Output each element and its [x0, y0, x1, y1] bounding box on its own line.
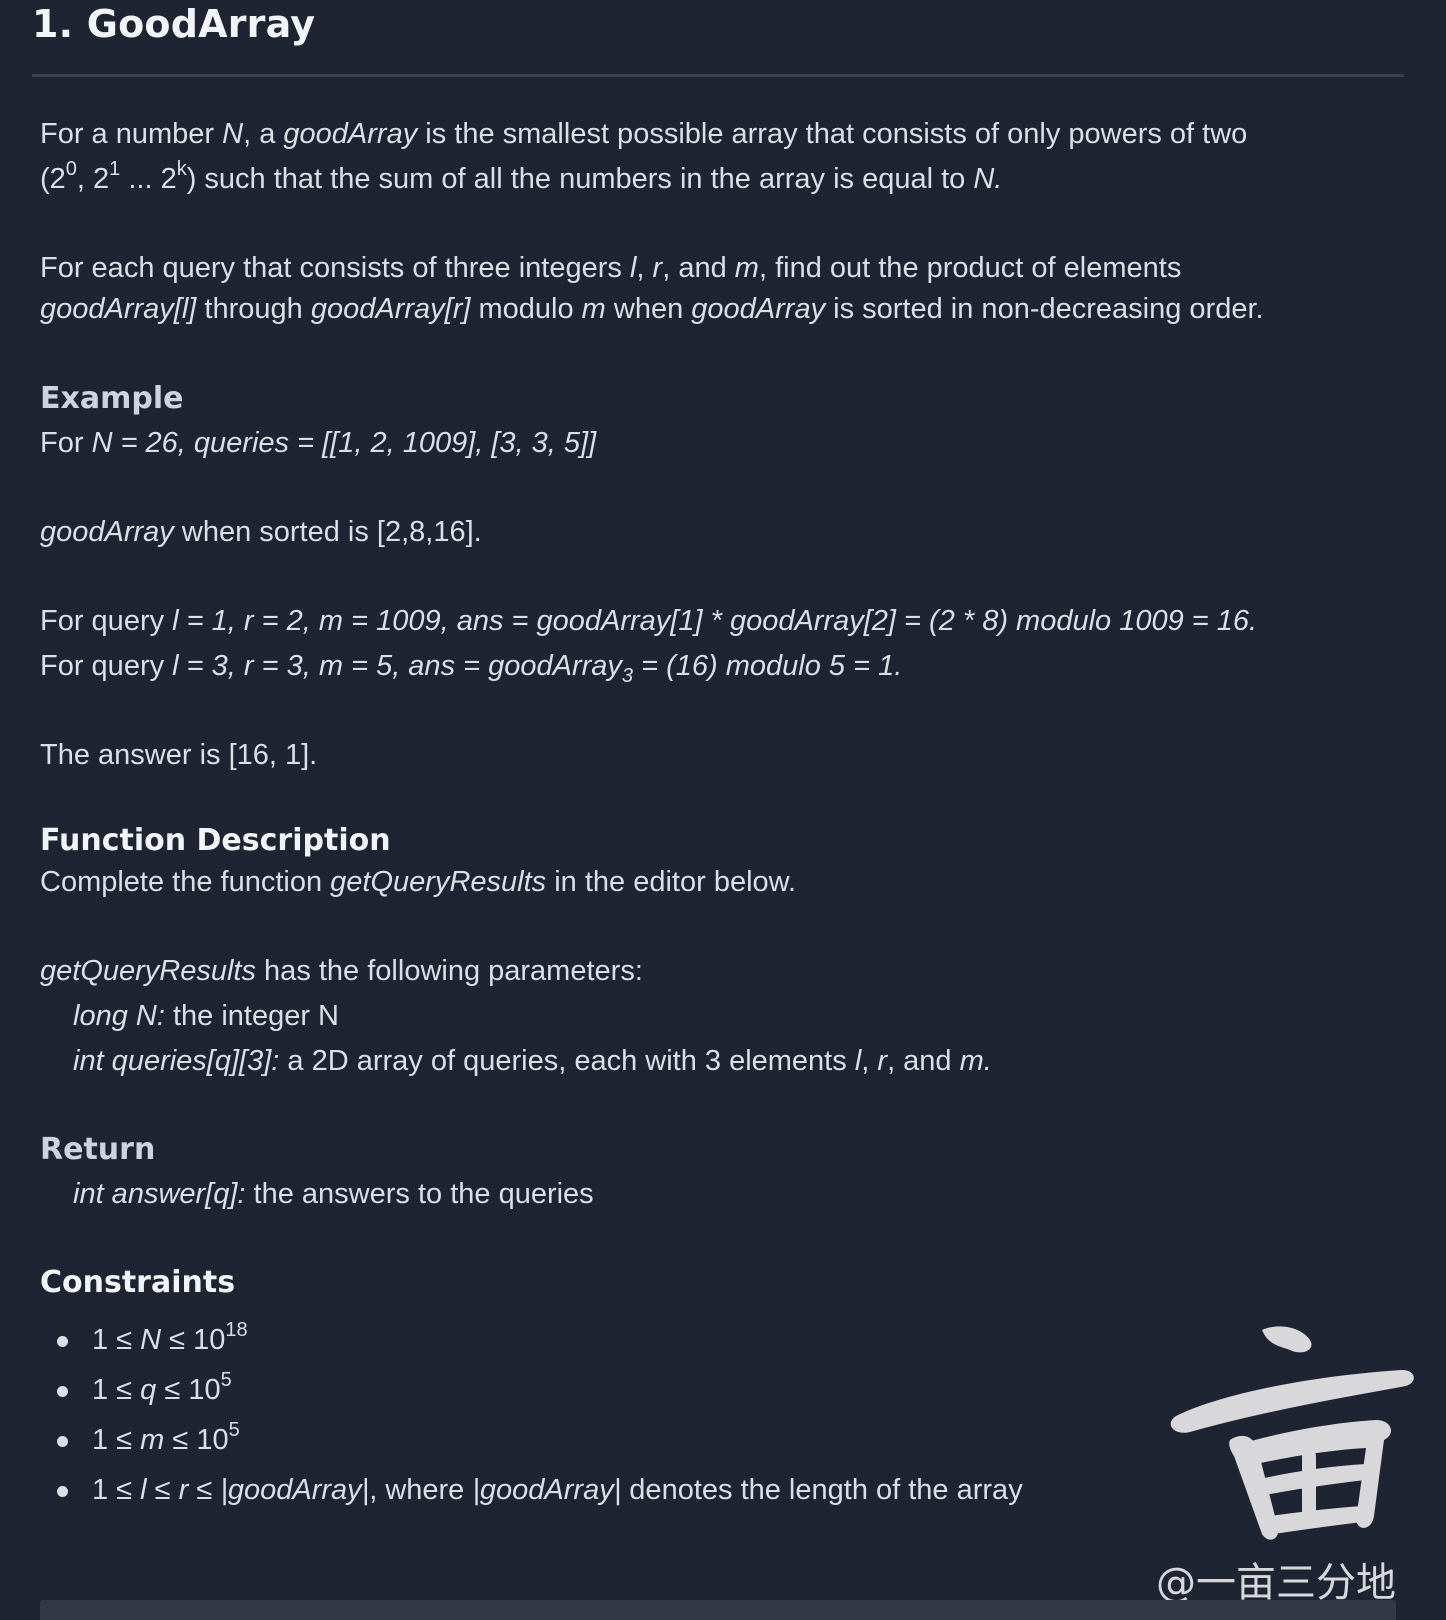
parameters-intro: getQueryResults has the following parame…: [40, 955, 643, 987]
problem-page: 1. GoodArray For a number N, a goodArray…: [0, 0, 1446, 1620]
bullet-icon: [57, 1486, 68, 1497]
example-query-1: For query l = 1, r = 2, m = 1009, ans = …: [40, 605, 1258, 637]
bullet-icon: [57, 1336, 68, 1347]
return-heading: Return: [40, 1132, 156, 1167]
example-heading: Example: [40, 381, 184, 416]
parameter-queries: int queries[q][3]: a 2D array of queries…: [73, 1045, 992, 1077]
bullet-icon: [57, 1436, 68, 1447]
function-description-text: Complete the function getQueryResults in…: [40, 866, 797, 898]
example-sorted: goodArray when sorted is [2,8,16].: [40, 516, 482, 548]
example-query-2: For query l = 3, r = 3, m = 5, ans = goo…: [40, 650, 903, 687]
parameter-n: long N: the integer N: [73, 1000, 339, 1032]
function-description-heading: Function Description: [40, 823, 391, 858]
intro-paragraph: For a number N, a goodArray is the small…: [40, 118, 1248, 195]
watermark-logo-icon: [1170, 1326, 1414, 1540]
bullet-icon: [57, 1386, 68, 1397]
title-divider: [32, 74, 1404, 77]
constraints-heading: Constraints: [40, 1265, 236, 1300]
example-input: For N = 26, queries = [[1, 2, 1009], [3,…: [40, 427, 597, 459]
example-answer: The answer is [16, 1].: [40, 739, 318, 771]
query-paragraph: For each query that consists of three in…: [40, 252, 1264, 325]
problem-title: 1. GoodArray: [32, 2, 316, 46]
problem-statement: For a number N, a goodArray is the small…: [40, 112, 1410, 1515]
return-value: int answer[q]: the answers to the querie…: [73, 1178, 594, 1210]
editor-panel-edge: [40, 1600, 1396, 1620]
